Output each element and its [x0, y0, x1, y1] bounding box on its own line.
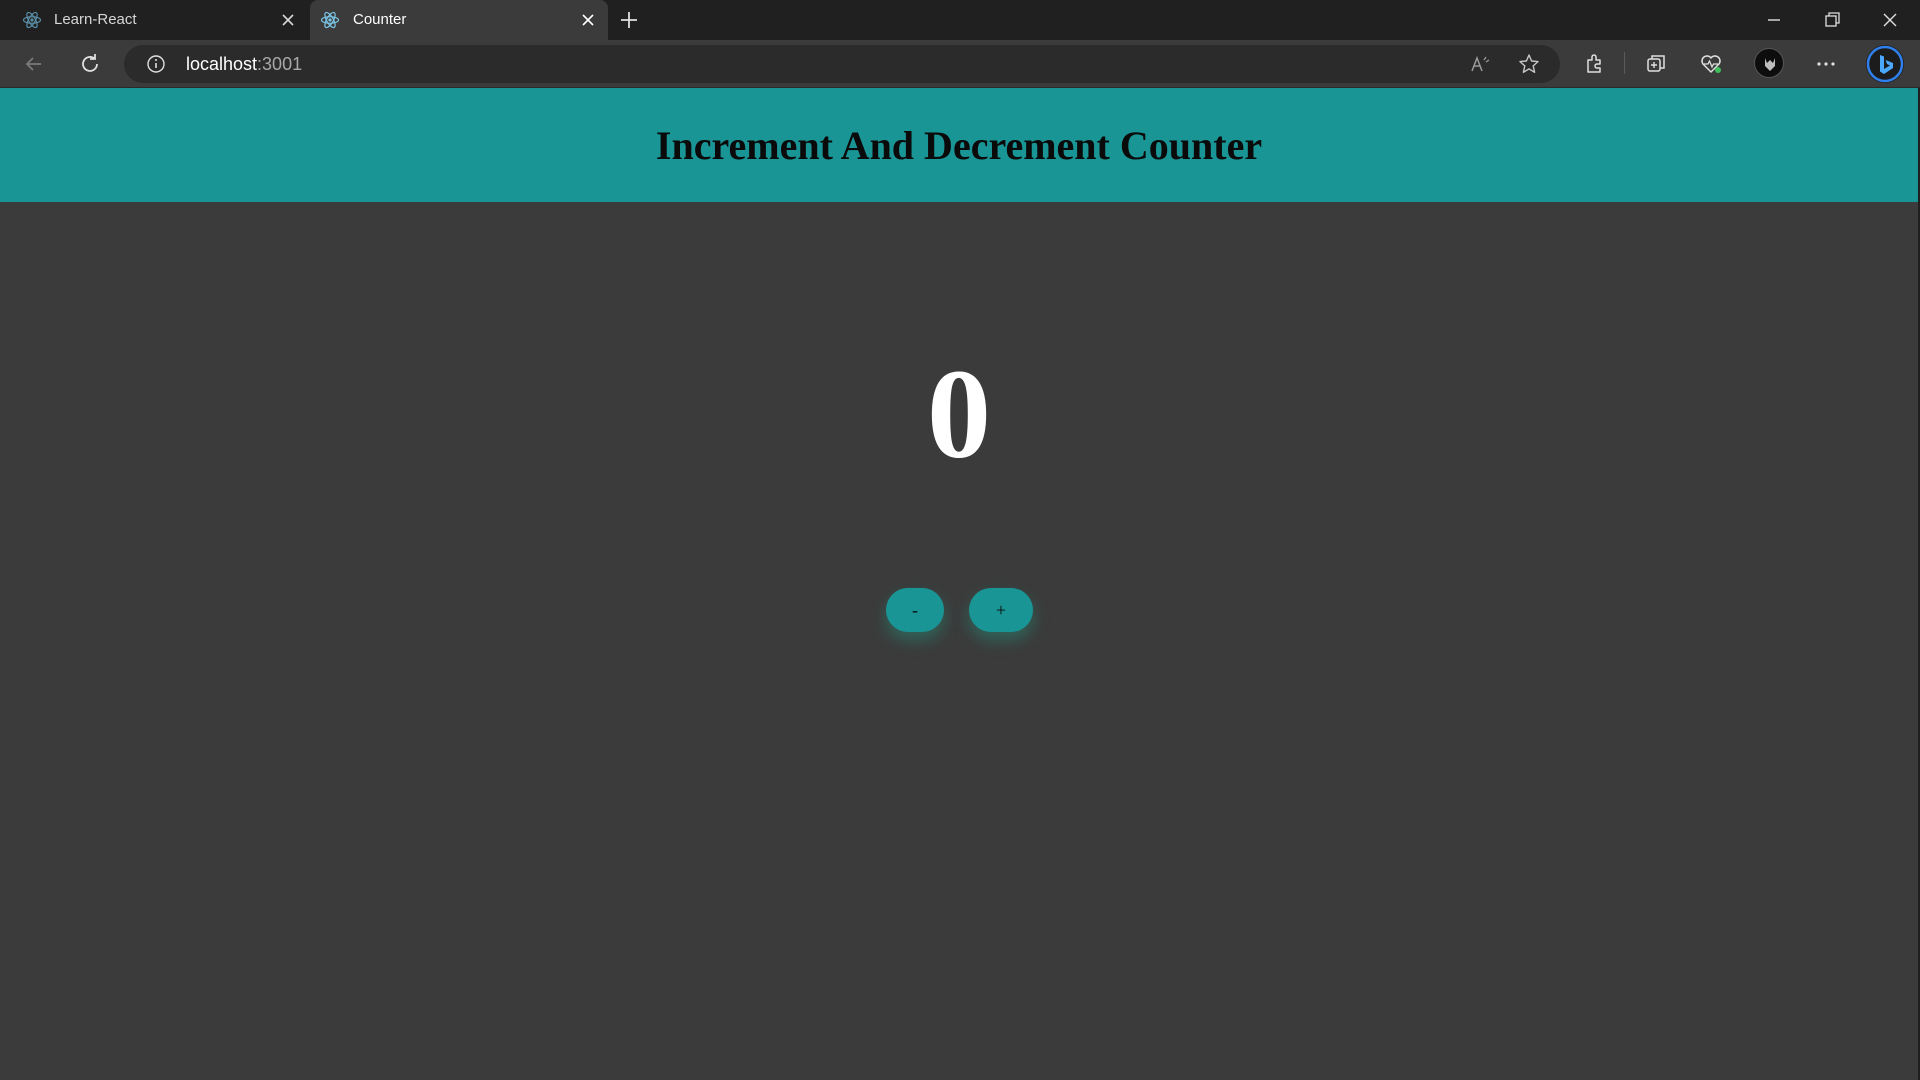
decrement-button[interactable]: -	[886, 588, 944, 632]
profile-avatar[interactable]	[1754, 48, 1784, 78]
more-options-icon[interactable]	[1813, 51, 1839, 77]
react-icon	[320, 11, 340, 29]
info-icon[interactable]	[146, 54, 166, 74]
close-icon[interactable]	[279, 11, 297, 29]
new-tab-icon[interactable]	[617, 8, 641, 32]
tab-learn-react[interactable]: Learn-React	[0, 0, 306, 40]
url-host: localhost	[186, 54, 258, 74]
address-bar[interactable]: localhost:3001	[124, 45, 1560, 83]
browser-essentials-icon[interactable]	[1698, 51, 1724, 77]
close-window-icon[interactable]	[1878, 8, 1902, 32]
bing-icon	[1866, 45, 1904, 83]
counter-value: 0	[927, 343, 991, 485]
url-port: :3001	[257, 54, 303, 74]
read-aloud-icon[interactable]	[1468, 52, 1492, 76]
restore-icon[interactable]	[1820, 8, 1844, 32]
tab-title: Learn-React	[54, 11, 137, 28]
bing-chat-button[interactable]	[1866, 45, 1904, 83]
page-header: Increment And Decrement Counter	[0, 88, 1918, 202]
page-viewport: Increment And Decrement Counter 0 - +	[0, 88, 1920, 1080]
refresh-icon[interactable]	[77, 51, 103, 77]
avatar-icon	[1765, 58, 1775, 71]
react-icon	[22, 11, 42, 29]
extensions-icon[interactable]	[1581, 51, 1607, 77]
favorite-star-icon[interactable]	[1517, 52, 1541, 76]
close-icon[interactable]	[579, 11, 597, 29]
tab-counter[interactable]: Counter	[310, 0, 608, 40]
minimize-icon[interactable]	[1762, 8, 1786, 32]
url-text[interactable]: localhost:3001	[186, 54, 302, 75]
collections-icon[interactable]	[1643, 51, 1669, 77]
tab-title: Counter	[353, 11, 407, 28]
page-title: Increment And Decrement Counter	[655, 122, 1263, 168]
browser-titlebar: Learn-React Counter	[0, 0, 1920, 40]
increment-button[interactable]: +	[969, 588, 1033, 632]
browser-toolbar: localhost:3001	[0, 40, 1920, 88]
toolbar-divider	[1624, 52, 1625, 74]
back-icon[interactable]	[21, 51, 47, 77]
